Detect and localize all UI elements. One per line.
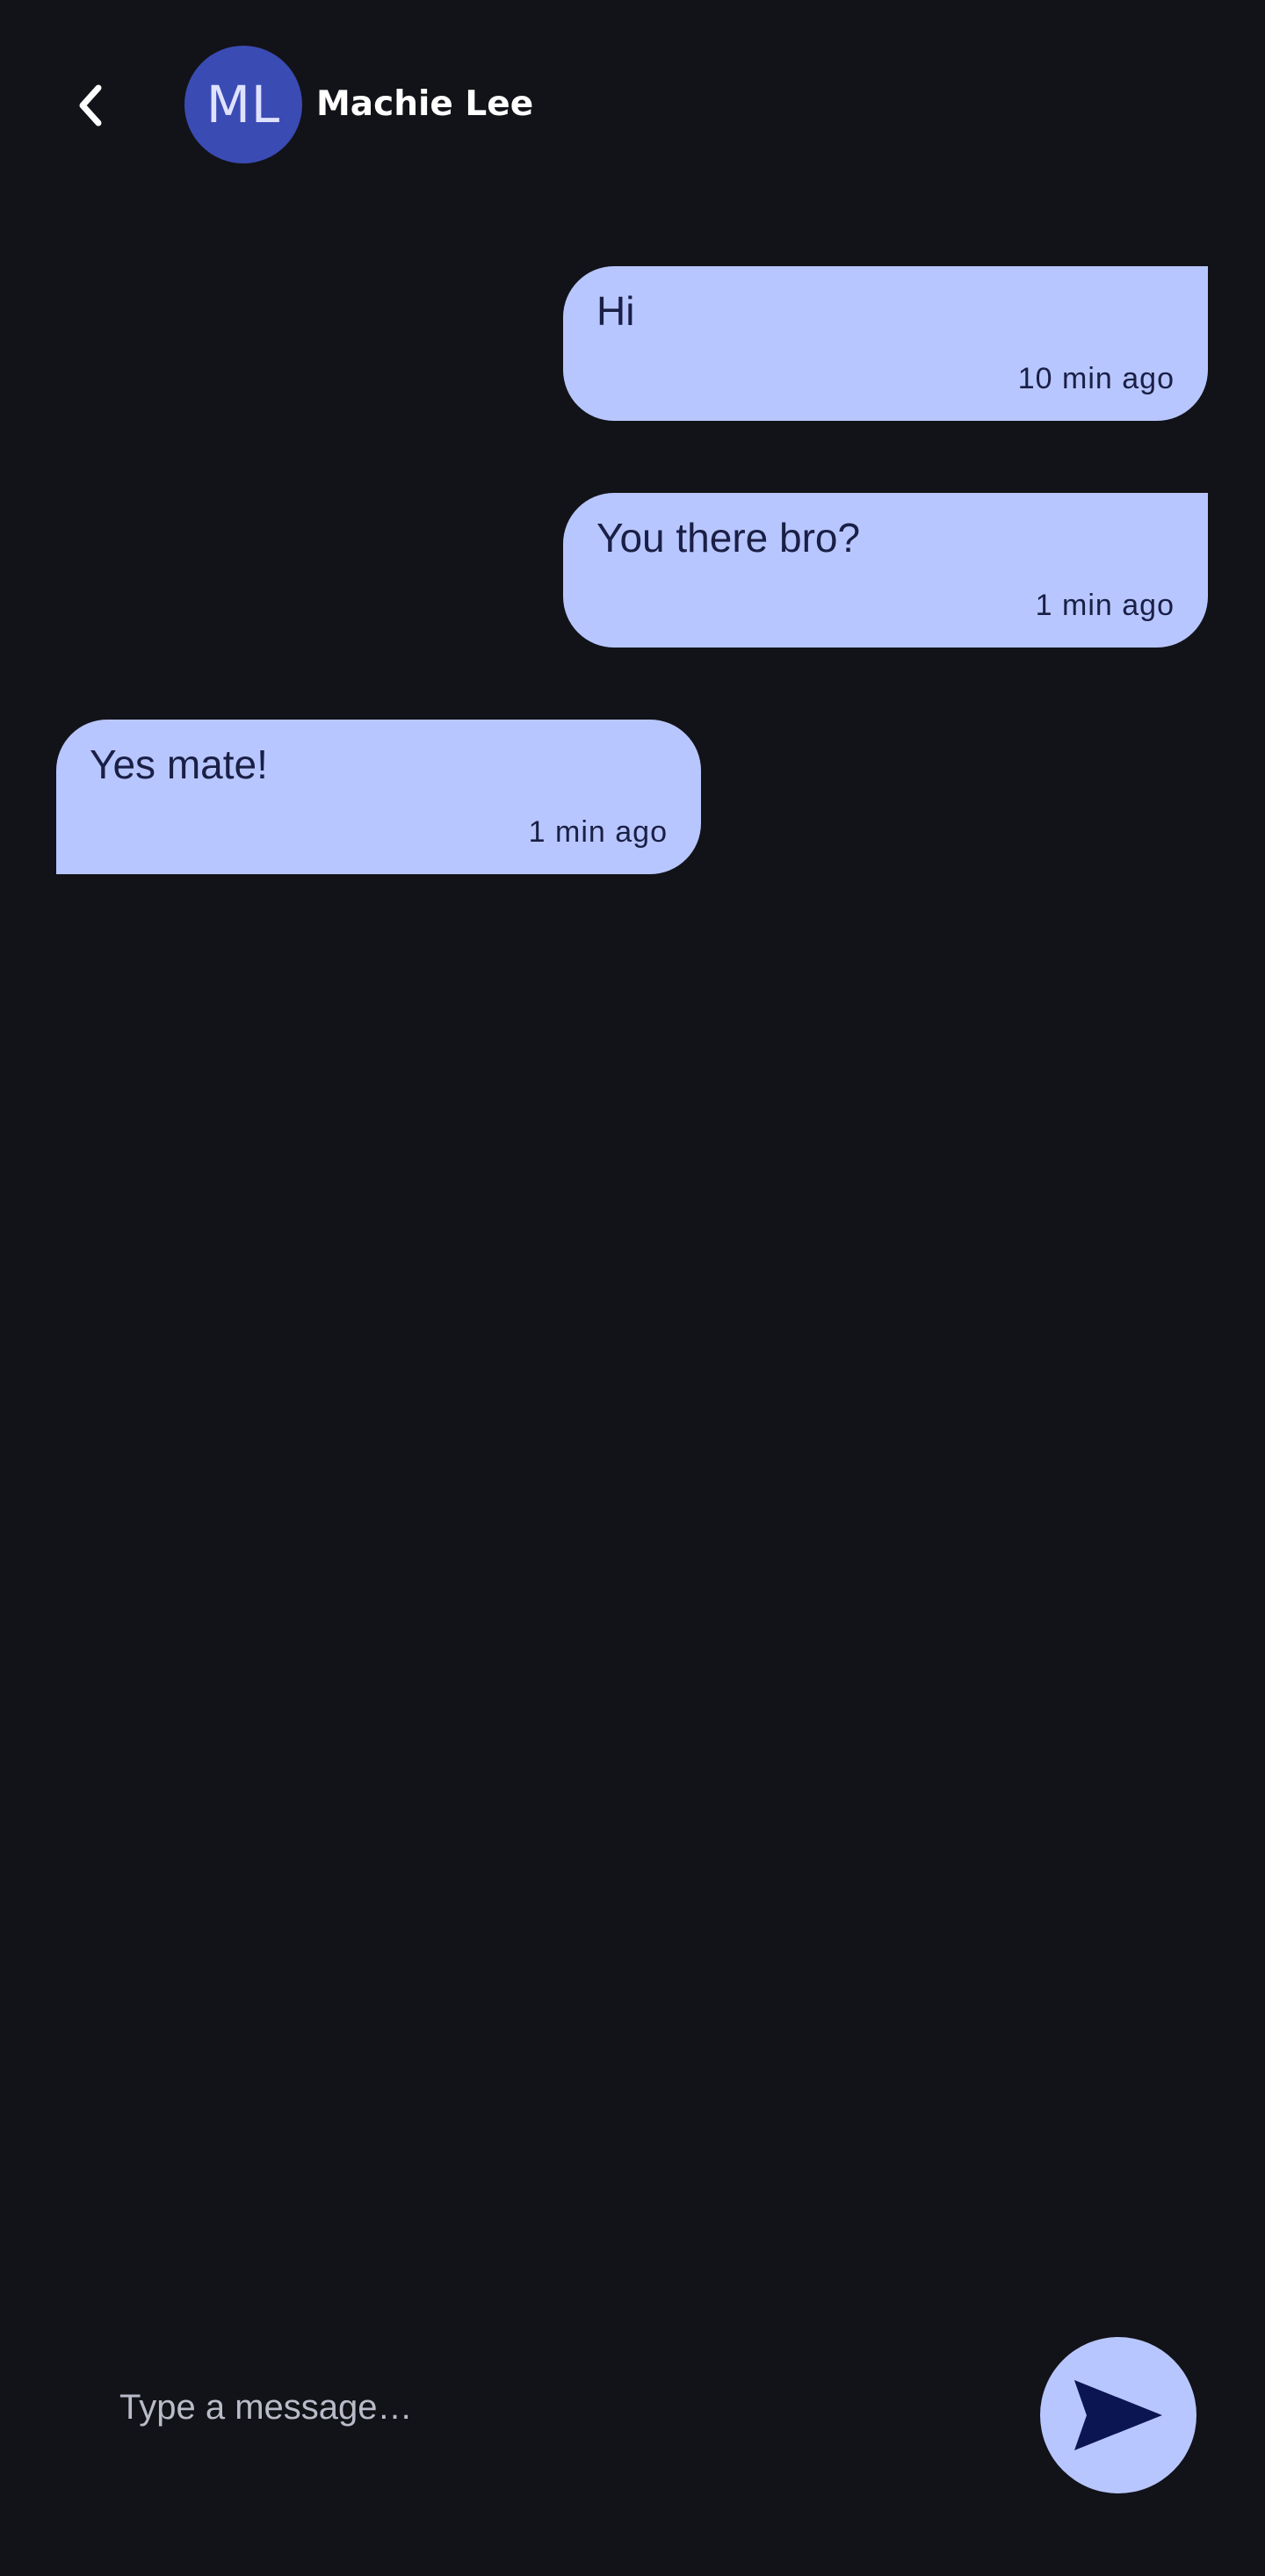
send-button[interactable] bbox=[1040, 2337, 1196, 2493]
contact-name: Machie Lee bbox=[316, 84, 534, 124]
message-timestamp: 1 min ago bbox=[1035, 589, 1175, 622]
avatar[interactable]: ML bbox=[184, 46, 302, 163]
chat-screen: ML Machie Lee Hi 10 min ago You there br… bbox=[0, 0, 1265, 2576]
avatar-initials: ML bbox=[206, 75, 281, 134]
message-timestamp: 1 min ago bbox=[528, 815, 668, 849]
chat-header: ML Machie Lee bbox=[0, 0, 1265, 211]
message-text: Yes mate! bbox=[90, 742, 268, 787]
message-bubble-sent[interactable]: Hi 10 min ago bbox=[563, 266, 1208, 421]
message-text: Hi bbox=[596, 288, 635, 334]
message-composer bbox=[0, 2319, 1265, 2513]
send-icon bbox=[1074, 2380, 1162, 2450]
message-input[interactable] bbox=[88, 2363, 1001, 2451]
message-timestamp: 10 min ago bbox=[1017, 362, 1175, 395]
back-button[interactable] bbox=[56, 70, 126, 141]
message-bubble-received[interactable]: Yes mate! 1 min ago bbox=[56, 720, 701, 874]
message-bubble-sent[interactable]: You there bro? 1 min ago bbox=[563, 493, 1208, 648]
message-text: You there bro? bbox=[596, 515, 861, 561]
chevron-left-icon bbox=[79, 84, 102, 127]
